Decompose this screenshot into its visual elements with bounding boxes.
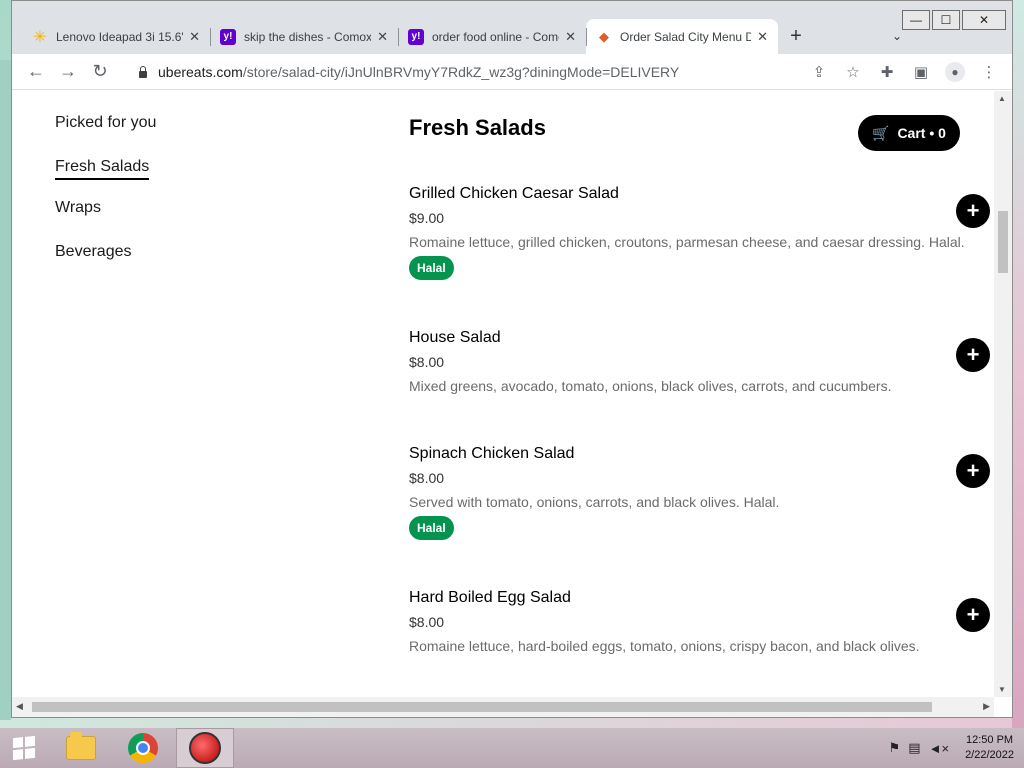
yahoo-icon: y!: [220, 28, 236, 45]
share-icon[interactable]: ⇪: [802, 56, 836, 88]
back-arrow-icon[interactable]: ←: [20, 56, 52, 88]
add-item-button[interactable]: +: [956, 338, 990, 372]
chrome-taskbar-button[interactable]: [114, 728, 172, 768]
add-item-button[interactable]: +: [956, 598, 990, 632]
tab-lenovo[interactable]: ✳ Lenovo Ideapad 3i 15.6" ✕: [22, 19, 210, 54]
item-name: Spinach Chicken Salad: [409, 445, 575, 462]
start-button[interactable]: [0, 728, 48, 768]
scroll-left-icon[interactable]: ◀: [16, 701, 23, 712]
lock-icon[interactable]: [138, 66, 148, 78]
item-name: House Salad: [409, 329, 501, 346]
new-tab-button[interactable]: +: [778, 19, 814, 54]
pizza-icon: ◆: [599, 28, 609, 44]
forward-arrow-icon[interactable]: →: [52, 56, 84, 88]
browser-window: ✳ Lenovo Ideapad 3i 15.6" ✕ y! skip the …: [11, 0, 1013, 718]
tab-order-food-online[interactable]: y! order food online - Comox ✕: [398, 19, 586, 54]
menu-item[interactable]: House Salad $8.00 Mixed greens, avocado,…: [409, 329, 979, 394]
windows-logo-icon: [13, 735, 35, 761]
cart-icon: 🛒: [872, 124, 890, 141]
tab-title: Order Salad City Menu Delivery: [620, 29, 752, 44]
nav-item-beverages[interactable]: Beverages: [55, 243, 156, 265]
nav-item-fresh-salads[interactable]: Fresh Salads: [55, 158, 150, 180]
clock-time: 12:50 PM: [965, 734, 1014, 746]
file-explorer-taskbar-button[interactable]: [52, 728, 110, 768]
halal-badge: Halal: [409, 256, 454, 280]
side-panel-icon[interactable]: ▣: [904, 56, 938, 88]
category-nav: Picked for you Fresh Salads Wraps Bevera…: [55, 114, 156, 287]
desktop-right-edge: [1012, 0, 1024, 730]
item-description: Romaine lettuce, hard-boiled eggs, tomat…: [409, 638, 920, 654]
maximize-button[interactable]: ☐: [932, 10, 960, 30]
menu-item[interactable]: Spinach Chicken Salad $8.00 Served with …: [409, 445, 979, 540]
system-tray: ⚑ ▤ ◄× 12:50 PM 2/22/2022: [889, 728, 1014, 768]
chrome-icon: [128, 733, 158, 763]
scroll-right-icon[interactable]: ▶: [983, 701, 990, 712]
reload-icon[interactable]: ↻: [84, 56, 116, 88]
menu-kebab-icon[interactable]: ⋮: [972, 56, 1006, 88]
nav-item-wraps[interactable]: Wraps: [55, 199, 156, 221]
close-tab-icon[interactable]: ✕: [565, 29, 576, 45]
close-tab-icon[interactable]: ✕: [189, 29, 200, 45]
item-price: $8.00: [409, 614, 445, 630]
item-price: $8.00: [409, 470, 445, 486]
minimize-button[interactable]: —: [902, 10, 930, 30]
item-price: $8.00: [409, 354, 445, 370]
red-app-icon: [189, 732, 221, 764]
cart-label: Cart • 0: [897, 125, 946, 141]
network-icon[interactable]: ▤: [908, 740, 920, 756]
scroll-down-icon[interactable]: ▼: [998, 685, 1006, 694]
horizontal-scroll-thumb[interactable]: [32, 702, 932, 712]
bookmark-star-icon[interactable]: ☆: [836, 56, 870, 88]
url-host: ubereats.com: [158, 64, 243, 80]
item-description: Mixed greens, avocado, tomato, onions, b…: [409, 378, 892, 394]
taskbar: ⚑ ▤ ◄× 12:50 PM 2/22/2022: [0, 728, 1024, 768]
item-name: Hard Boiled Egg Salad: [409, 589, 571, 606]
vertical-scrollbar[interactable]: ▲ ▼: [994, 91, 1012, 697]
desktop-left-edge: [0, 60, 11, 720]
vertical-scroll-thumb[interactable]: [998, 211, 1008, 273]
horizontal-scrollbar[interactable]: ◀ ▶: [12, 697, 994, 717]
yahoo-icon: y!: [408, 28, 424, 45]
page-content: Picked for you Fresh Salads Wraps Bevera…: [12, 91, 994, 697]
menu-item[interactable]: Hard Boiled Egg Salad $8.00 Romaine lett…: [409, 589, 979, 654]
tab-title: Lenovo Ideapad 3i 15.6": [56, 29, 184, 44]
tab-search-chevron-icon[interactable]: ⌄: [892, 29, 902, 43]
toolbar-actions: ⇪ ☆ ✚ ▣ ● ⋮: [802, 56, 1006, 88]
cart-button[interactable]: 🛒 Cart • 0: [858, 115, 960, 151]
url-path: /store/salad-city/iJnUlnBRVmyY7RdkZ_wz3g…: [242, 64, 680, 80]
nav-item-picked-for-you[interactable]: Picked for you: [55, 114, 156, 136]
title-bar: ✳ Lenovo Ideapad 3i 15.6" ✕ y! skip the …: [12, 1, 1012, 54]
clock[interactable]: 12:50 PM 2/22/2022: [965, 733, 1014, 763]
item-price: $9.00: [409, 210, 445, 226]
walmart-spark-icon: ✳: [33, 28, 47, 46]
flag-icon[interactable]: ⚑: [889, 740, 901, 756]
tab-title: skip the dishes - Comox: [244, 29, 372, 44]
tab-salad-city[interactable]: ◆ Order Salad City Menu Delivery ✕: [586, 19, 778, 54]
close-window-button[interactable]: ✕: [962, 10, 1006, 30]
extensions-puzzle-icon[interactable]: ✚: [870, 56, 904, 88]
close-tab-icon[interactable]: ✕: [757, 29, 768, 45]
add-item-button[interactable]: +: [956, 454, 990, 488]
browser-toolbar: ← → ↻ ubereats.com/store/salad-city/iJnU…: [12, 54, 1012, 90]
item-description: Romaine lettuce, grilled chicken, crouto…: [409, 234, 965, 250]
item-description: Served with tomato, onions, carrots, and…: [409, 494, 780, 510]
tab-skip-the-dishes[interactable]: y! skip the dishes - Comox ✕: [210, 19, 398, 54]
item-name: Grilled Chicken Caesar Salad: [409, 185, 619, 202]
window-controls: — ☐ ✕: [902, 10, 1012, 30]
clock-date: 2/22/2022: [965, 749, 1014, 761]
add-item-button[interactable]: +: [956, 194, 990, 228]
section-title: Fresh Salads: [409, 115, 546, 140]
profile-avatar-icon[interactable]: ●: [938, 56, 972, 88]
tab-title: order food online - Comox: [432, 29, 560, 44]
volume-muted-icon[interactable]: ◄×: [929, 741, 949, 756]
tab-strip: ✳ Lenovo Ideapad 3i 15.6" ✕ y! skip the …: [22, 19, 814, 54]
halal-badge: Halal: [409, 516, 454, 540]
close-tab-icon[interactable]: ✕: [377, 29, 388, 45]
address-bar[interactable]: ubereats.com/store/salad-city/iJnUlnBRVm…: [128, 56, 764, 88]
menu-item[interactable]: Grilled Chicken Caesar Salad $9.00 Romai…: [409, 185, 979, 280]
folder-icon: [66, 732, 96, 760]
app-taskbar-button[interactable]: [176, 728, 234, 768]
scroll-up-icon[interactable]: ▲: [998, 94, 1006, 103]
